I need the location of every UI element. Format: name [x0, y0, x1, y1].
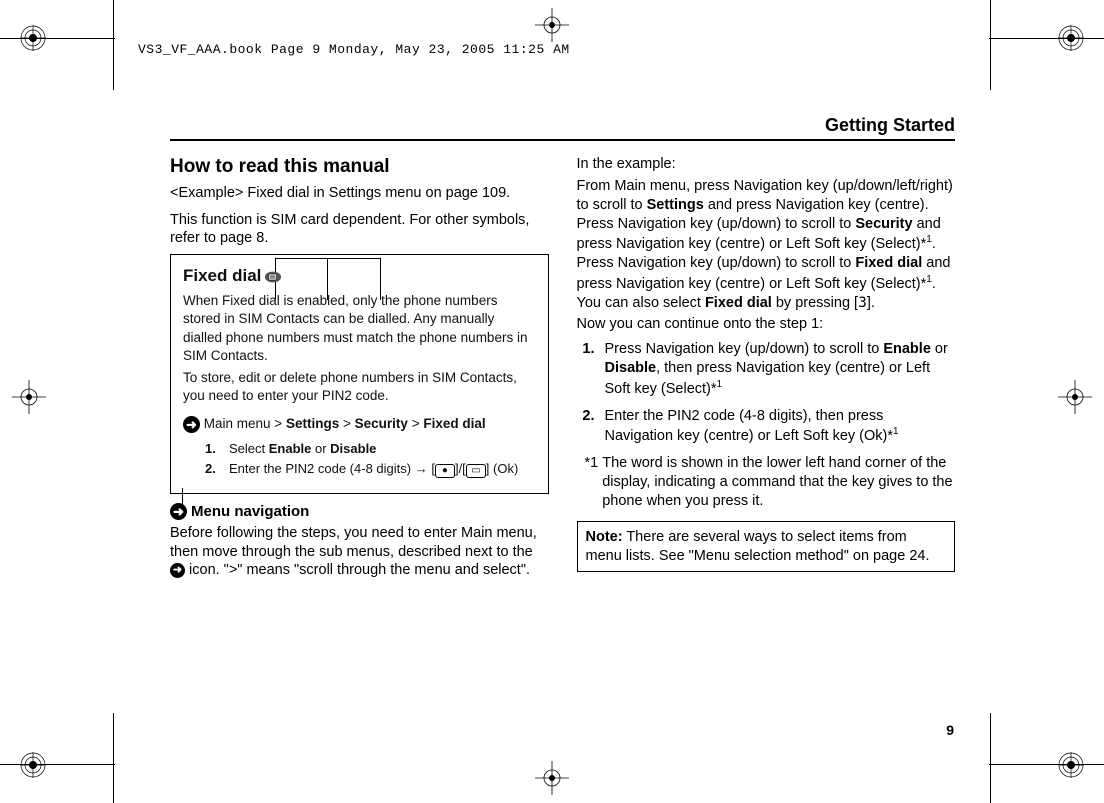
intro-line: In the example:	[577, 155, 956, 174]
t: Fixed dial	[705, 295, 772, 311]
page-number: 9	[946, 722, 954, 738]
sim-icon	[264, 270, 282, 284]
menu-nav-para: Before following the steps, you need to …	[170, 524, 549, 581]
t: (Ok)	[489, 461, 518, 476]
t: Before following the steps, you need to …	[170, 525, 537, 560]
t: Press Navigation key (up/down) to scroll…	[605, 341, 884, 357]
step-text: Enter the PIN2 code (4-8 digits) → [●]/[…	[229, 460, 518, 478]
example-step-1: 1. Select Enable or Disable	[205, 440, 536, 458]
nav-sep: >	[412, 416, 420, 431]
example-title: Fixed dial	[183, 265, 261, 288]
step-num: 1.	[205, 440, 219, 458]
t: or	[311, 441, 330, 456]
reg-mark-icon	[20, 752, 46, 778]
t: icon. ">" means "scroll through the menu…	[185, 562, 530, 578]
t: Disable	[330, 441, 376, 456]
nav-sep: >	[343, 416, 351, 431]
crop-line	[0, 38, 115, 39]
crop-line	[990, 713, 991, 803]
t: Enable	[269, 441, 312, 456]
build-stamp: VS3_VF_AAA.book Page 9 Monday, May 23, 2…	[138, 42, 570, 57]
main-para: From Main menu, press Navigation key (up…	[577, 177, 956, 313]
t: Fixed dial	[855, 255, 922, 271]
reg-mark-icon	[1058, 752, 1084, 778]
crosshair-icon	[535, 761, 569, 795]
t: Enable	[883, 341, 931, 357]
nav-prefix: Main menu >	[204, 416, 282, 431]
crop-line	[990, 0, 991, 90]
breadcrumb: ➜ Main menu > Settings > Security > Fixe…	[183, 415, 536, 433]
t: Enter the PIN2 code (4-8 digits)	[229, 461, 415, 476]
note-label: Note:	[586, 529, 623, 545]
steps-list: Press Navigation key (up/down) to scroll…	[577, 340, 956, 446]
example-box: Fixed dial When Fixed dial is enabled, o…	[170, 254, 549, 494]
arrow-circle-icon: ➜	[183, 416, 200, 433]
continue-line: Now you can continue onto the step 1:	[577, 315, 956, 334]
arrow-right-icon: →	[415, 461, 432, 476]
crop-line	[113, 0, 114, 90]
heading-how-to-read: How to read this manual	[170, 155, 549, 180]
crop-line	[989, 764, 1104, 765]
arrow-circle-icon: ➜	[170, 503, 187, 520]
arrow-circle-icon: ➜	[170, 563, 185, 578]
sim-dependent-note: This function is SIM card dependent. For…	[170, 211, 549, 249]
example-ref: <Example> Fixed dial in Settings menu on…	[170, 184, 549, 203]
step-num: 2.	[205, 460, 219, 478]
footnote-1: *1 The word is shown in the lower left h…	[585, 454, 956, 511]
nav-security: Security	[355, 416, 408, 431]
soft-key-icon: ▭	[466, 464, 486, 478]
example-step-2: 2. Enter the PIN2 code (4-8 digits) → [●…	[205, 460, 536, 478]
crop-line	[989, 38, 1104, 39]
centre-key-icon: ●	[435, 464, 455, 478]
note-text: There are several ways to select items f…	[586, 529, 930, 564]
t: Disable	[605, 360, 657, 376]
t: Select	[229, 441, 269, 456]
footnote-text: The word is shown in the lower left hand…	[602, 454, 955, 511]
crosshair-icon	[535, 8, 569, 42]
t: Enter the PIN2 code (4-8 digits), then p…	[605, 408, 894, 445]
t: Security	[855, 216, 912, 232]
nav-settings: Settings	[286, 416, 339, 431]
note-box: Note: There are several ways to select i…	[577, 521, 956, 573]
step-2: Enter the PIN2 code (4-8 digits), then p…	[599, 407, 956, 447]
menu-nav-label: Menu navigation	[191, 502, 309, 522]
crosshair-icon	[12, 380, 46, 414]
sup: 1	[893, 426, 899, 437]
crop-line	[113, 713, 114, 803]
footnote-marker: *1	[585, 454, 599, 511]
step-text: Select Enable or Disable	[229, 440, 376, 458]
t: by pressing [	[772, 295, 858, 311]
sup: 1	[717, 379, 723, 390]
nav-fixed: Fixed dial	[423, 416, 485, 431]
t: or	[931, 341, 948, 357]
menu-nav-subhead: ➜ Menu navigation	[170, 502, 549, 522]
example-body-1: When Fixed dial is enabled, only the pho…	[183, 292, 536, 365]
crosshair-icon	[1058, 380, 1092, 414]
crop-line	[0, 764, 115, 765]
example-body-2: To store, edit or delete phone numbers i…	[183, 369, 536, 405]
digit-key: 3	[858, 295, 867, 311]
step-1: Press Navigation key (up/down) to scroll…	[599, 340, 956, 398]
t: Settings	[647, 197, 704, 213]
section-header: Getting Started	[170, 115, 955, 141]
t: ].	[867, 295, 875, 311]
